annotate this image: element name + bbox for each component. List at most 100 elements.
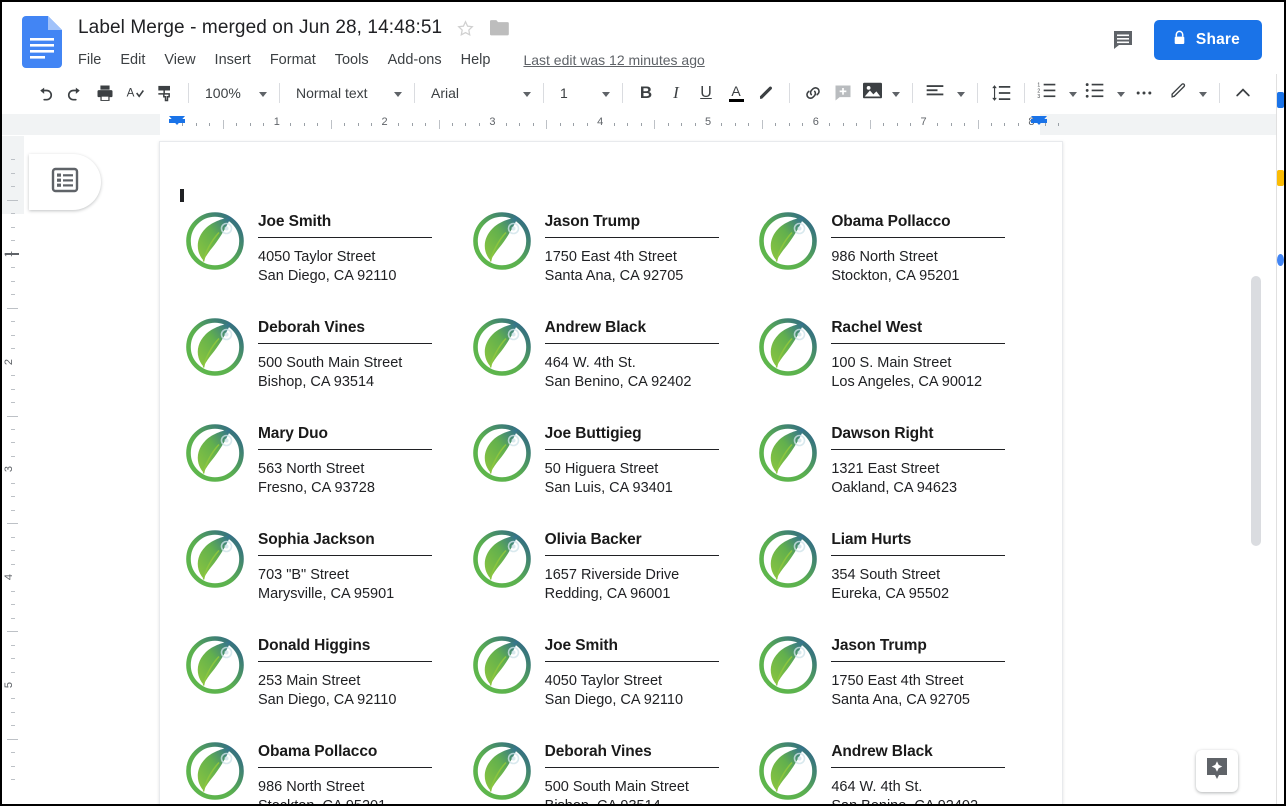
share-button-label: Share	[1195, 31, 1240, 48]
label-item-10[interactable]: Olivia Backer 1657 Riverside Drive Reddi…	[471, 522, 758, 628]
insert-image-select[interactable]	[858, 79, 904, 107]
ruler-tick	[546, 120, 548, 129]
toolbar-right-group	[1165, 78, 1258, 108]
leaf-circle-logo-icon	[757, 528, 819, 590]
align-select[interactable]	[921, 79, 969, 107]
leaf-circle-logo-icon	[184, 634, 246, 696]
top-margin-marker[interactable]	[5, 253, 19, 255]
label-street: 100 S. Main Street	[831, 355, 952, 371]
highlight-pen-icon[interactable]	[751, 78, 781, 108]
comment-icon[interactable]	[1110, 27, 1136, 53]
leaf-circle-logo-icon	[184, 316, 246, 378]
menu-item-add-ons[interactable]: Add-ons	[388, 52, 442, 68]
ruler-tick	[249, 123, 251, 126]
label-item-6[interactable]: Mary Duo 563 North Street Fresno, CA 937…	[184, 416, 471, 522]
print-icon[interactable]	[90, 78, 120, 108]
menu-item-edit[interactable]: Edit	[120, 52, 145, 68]
label-item-7[interactable]: Joe Buttigieg 50 Higuera Street San Luis…	[471, 416, 758, 522]
collapse-toolbar-chevron-icon[interactable]	[1228, 78, 1258, 108]
paragraph-style-select[interactable]: Normal text	[288, 79, 406, 107]
chevron-down-icon	[1064, 84, 1077, 102]
horizontal-ruler[interactable]: 12345678	[2, 114, 1284, 136]
redo-icon[interactable]	[60, 78, 90, 108]
label-street: 563 North Street	[258, 461, 365, 477]
leaf-circle-logo-icon	[757, 740, 819, 802]
left-indent-marker[interactable]	[169, 116, 185, 125]
menu-item-insert[interactable]: Insert	[215, 52, 251, 68]
spellcheck-icon[interactable]: A	[120, 78, 150, 108]
label-item-9[interactable]: Sophia Jackson 703 "B" Street Marysville…	[184, 522, 471, 628]
text-color-button[interactable]: A	[721, 78, 751, 108]
label-item-4[interactable]: Andrew Black 464 W. 4th St. San Benino, …	[471, 310, 758, 416]
document-outline-button[interactable]	[29, 154, 101, 210]
label-recipient-name: Dawson Right	[831, 425, 934, 442]
menu-item-tools[interactable]: Tools	[335, 52, 369, 68]
vruler-tick	[11, 294, 15, 296]
label-item-13[interactable]: Joe Smith 4050 Taylor Street San Diego, …	[471, 628, 758, 734]
ruler-tick	[721, 123, 723, 126]
label-item-17[interactable]: Andrew Black 464 W. 4th St. San Benino, …	[757, 734, 1044, 804]
label-recipient-name: Joe Smith	[258, 213, 332, 230]
line-spacing-icon[interactable]	[986, 78, 1016, 108]
label-city: Santa Ana, CA 92705	[544, 268, 684, 284]
toolbar-divider	[1024, 83, 1025, 103]
last-edit-link[interactable]: Last edit was 12 minutes ago	[523, 52, 704, 68]
paint-format-icon[interactable]	[150, 78, 180, 108]
label-city: San Luis, CA 93401	[544, 480, 673, 496]
leaf-circle-logo-icon	[471, 316, 533, 378]
label-city: Stockton, CA 95201	[258, 797, 471, 804]
label-item-15[interactable]: Obama Pollacco 986 North Street Stockton…	[184, 734, 471, 804]
underline-button[interactable]: U	[691, 78, 721, 108]
ruler-tick	[1058, 123, 1060, 126]
numbered-list-select[interactable]: 123	[1033, 79, 1081, 107]
font-family-select[interactable]: Arial	[423, 79, 535, 107]
label-street: 1657 Riverside Drive	[544, 567, 680, 583]
partial-blue-icon	[1277, 92, 1284, 108]
share-button[interactable]: Share	[1153, 20, 1262, 60]
google-docs-logo-icon[interactable]	[22, 16, 62, 68]
bulleted-list-select[interactable]	[1081, 79, 1129, 107]
document-page[interactable]: Joe Smith 4050 Taylor Street San Diego, …	[160, 142, 1062, 804]
label-item-11[interactable]: Liam Hurts 354 South Street Eureka, CA 9…	[757, 522, 1044, 628]
edit-mode-select[interactable]	[1165, 79, 1211, 107]
label-text-block: Joe Buttigieg 50 Higuera Street San Luis…	[544, 420, 758, 498]
label-item-12[interactable]: Donald Higgins 253 Main Street San Diego…	[184, 628, 471, 734]
italic-button[interactable]: I	[661, 78, 691, 108]
label-item-14[interactable]: Jason Trump 1750 East 4th Street Santa A…	[757, 628, 1044, 734]
add-comment-icon[interactable]	[828, 78, 858, 108]
label-item-8[interactable]: Dawson Right 1321 East Street Oakland, C…	[757, 416, 1044, 522]
menu-item-view[interactable]: View	[164, 52, 195, 68]
title-row: Label Merge - merged on Jun 28, 14:48:51	[78, 14, 1284, 42]
folder-icon[interactable]	[489, 19, 510, 37]
vertical-scrollbar[interactable]	[1250, 276, 1262, 804]
bold-button[interactable]: B	[631, 78, 661, 108]
undo-icon[interactable]	[30, 78, 60, 108]
ruler-number: 2	[381, 116, 388, 128]
label-street: 354 South Street	[831, 567, 941, 583]
right-indent-marker[interactable]	[1031, 116, 1047, 125]
insert-link-icon[interactable]	[798, 78, 828, 108]
menu-item-help[interactable]: Help	[461, 52, 491, 68]
label-item-0[interactable]: Joe Smith 4050 Taylor Street San Diego, …	[184, 204, 471, 310]
label-item-1[interactable]: Jason Trump 1750 East 4th Street Santa A…	[471, 204, 758, 310]
menu-item-file[interactable]: File	[78, 52, 101, 68]
more-options-icon[interactable]	[1129, 78, 1159, 108]
star-outline-icon[interactable]	[456, 19, 475, 38]
vertical-ruler[interactable]: 12345	[2, 136, 24, 804]
label-street: 464 W. 4th St.	[544, 355, 636, 371]
font-size-select[interactable]: 1	[552, 79, 614, 107]
label-item-3[interactable]: Deborah Vines 500 South Main Street Bish…	[184, 310, 471, 416]
label-divider	[831, 237, 1006, 238]
label-item-2[interactable]: Obama Pollacco 986 North Street Stockton…	[757, 204, 1044, 310]
label-item-16[interactable]: Deborah Vines 500 South Main Street Bish…	[471, 734, 758, 804]
label-divider	[544, 555, 719, 556]
label-recipient-name: Andrew Black	[831, 743, 933, 760]
explore-button[interactable]	[1196, 750, 1238, 792]
scrollbar-thumb[interactable]	[1251, 276, 1261, 546]
page-title[interactable]: Label Merge - merged on Jun 28, 14:48:51	[78, 17, 442, 39]
leaf-circle-logo-icon	[471, 422, 533, 484]
zoom-select[interactable]: 100%	[197, 79, 271, 107]
label-item-5[interactable]: Rachel West 100 S. Main Street Los Angel…	[757, 310, 1044, 416]
label-divider	[831, 555, 1006, 556]
menu-item-format[interactable]: Format	[270, 52, 316, 68]
